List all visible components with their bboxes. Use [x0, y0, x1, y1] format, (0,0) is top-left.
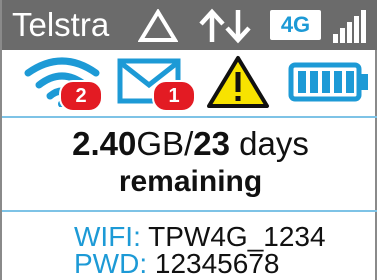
data-amount: 2.40 [72, 125, 137, 162]
triangle-icon [138, 9, 178, 42]
days-count: 23 [193, 125, 230, 162]
data-remaining-line: 2.40GB/23 days [2, 124, 377, 164]
warning-icon[interactable] [206, 55, 270, 109]
password-label: PWD: [74, 248, 148, 279]
notification-row: 2 1 [2, 50, 377, 115]
message-count-badge: 1 [152, 80, 196, 112]
wifi-client-count-badge: 2 [59, 80, 103, 112]
divider-bottom [2, 210, 377, 212]
divider-top [2, 116, 377, 118]
password-row: PWD: 12345678 [74, 249, 279, 279]
days-unit: days [229, 125, 309, 162]
password-value: 12345678 [154, 248, 280, 279]
remaining-label: remaining [118, 165, 263, 198]
network-type-badge: 4G [270, 10, 321, 40]
device-screen: Telstra 4G 2 1 2.40GB/23 days remaining … [0, 0, 377, 280]
data-usage-panel: 2.40GB/23 days remaining [2, 124, 377, 200]
data-amount-unit: GB/ [136, 125, 194, 162]
carrier-name: Telstra [12, 6, 110, 43]
status-bar: Telstra 4G [2, 0, 377, 50]
battery-icon [288, 62, 368, 102]
up-down-arrows-icon [199, 8, 251, 44]
signal-bars-icon [333, 10, 366, 43]
